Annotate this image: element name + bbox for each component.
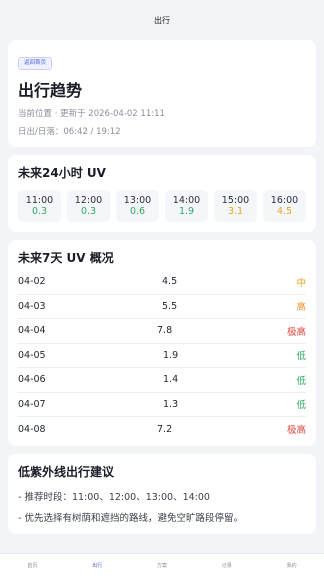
advice-card: 低紫外线出行建议 - 推荐时段：11:00、12:00、13:00、14:00 … xyxy=(8,453,316,534)
hourly-uv-time: 12:00 xyxy=(74,195,103,206)
hourly-uv-time: 16:00 xyxy=(270,195,299,206)
page-title: 出行趋势 xyxy=(18,81,83,100)
daily-uv-level: 低 xyxy=(296,400,306,412)
daily-uv-value: 1.3 xyxy=(163,398,179,410)
daily-uv-date: 04-04 xyxy=(18,325,46,337)
hourly-uv-value: 0.3 xyxy=(31,206,48,217)
advice-title: 低紫外线出行建议 xyxy=(18,464,115,479)
advice-line-route-tip: - 优先选择有树荫和遮挡的路线，避免空旷路段停留。 xyxy=(18,512,243,524)
tab-item[interactable]: 记录 xyxy=(194,554,259,576)
daily-uv-value: 4.5 xyxy=(162,276,178,288)
navbar-title: 出行 xyxy=(154,15,170,25)
hourly-uv-value: 0.6 xyxy=(129,206,146,217)
daily-uv-date: 04-05 xyxy=(18,349,46,361)
daily-uv-row: 04-05 1.9 低 xyxy=(18,344,306,368)
daily-uv-row: 04-06 1.4 低 xyxy=(18,368,306,393)
hourly-uv-value: 3.1 xyxy=(227,206,244,217)
hourly-uv-card: 未来24小时 UV 11:00 0.3 12:00 0.3 13:00 0.6 14:00 1… xyxy=(8,155,316,232)
hourly-uv-item: 16:00 4.5 xyxy=(263,190,306,222)
daily-uv-row: 04-04 7.8 极高 xyxy=(18,319,306,344)
daily-uv-value: 7.2 xyxy=(157,423,173,435)
daily-uv-level: 中 xyxy=(296,277,306,289)
daily-uv-date: 04-02 xyxy=(18,276,46,288)
hourly-uv-time: 15:00 xyxy=(221,195,250,206)
bottom-tabbar: 首页 出行 方案 记录 我的 xyxy=(0,553,324,576)
hourly-uv-list: 11:00 0.3 12:00 0.3 13:00 0.6 14:00 1.9 15:00 3.1… xyxy=(18,190,306,222)
daily-uv-value: 5.5 xyxy=(162,300,178,312)
hourly-uv-item: 13:00 0.6 xyxy=(116,190,159,222)
hourly-uv-item: 11:00 0.3 xyxy=(18,190,61,222)
hourly-uv-time: 14:00 xyxy=(172,195,201,206)
hourly-uv-value: 4.5 xyxy=(276,206,293,217)
hourly-uv-value: 0.3 xyxy=(80,206,97,217)
daily-uv-value: 1.9 xyxy=(163,349,179,361)
daily-uv-row: 04-08 7.2 极高 xyxy=(18,417,306,442)
tab-item[interactable]: 首页 xyxy=(0,554,65,576)
tab-item[interactable]: 我的 xyxy=(259,554,324,576)
hourly-uv-time: 13:00 xyxy=(123,195,152,206)
location-update-line: 当前位置 · 更新于 2026-04-02 11:11 xyxy=(18,109,165,119)
back-home-button[interactable]: 返回首页 xyxy=(18,57,53,70)
daily-uv-list: 04-02 4.5 中 04-03 5.5 高 04-04 7.8 极高 04-05 1.9 低 04-… xyxy=(18,270,306,442)
daily-uv-date: 04-08 xyxy=(18,423,46,435)
hourly-uv-item: 15:00 3.1 xyxy=(214,190,257,222)
daily-uv-level: 极高 xyxy=(286,326,306,338)
sunrise-sunset-line: 日出/日落：06:42 / 19:12 xyxy=(18,127,121,137)
hourly-uv-item: 14:00 1.9 xyxy=(165,190,208,222)
daily-uv-level: 低 xyxy=(296,351,306,363)
tab-item[interactable]: 方案 xyxy=(130,554,195,576)
daily-uv-level: 低 xyxy=(296,375,306,387)
hourly-uv-value: 1.9 xyxy=(178,206,195,217)
daily-uv-level: 高 xyxy=(296,302,306,314)
daily-uv-date: 04-07 xyxy=(18,398,46,410)
daily-uv-date: 04-03 xyxy=(18,300,46,312)
daily-uv-card: 未来7天 UV 概况 04-02 4.5 中 04-03 5.5 高 04-04 7.8 极高 0… xyxy=(8,240,316,446)
daily-uv-row: 04-03 5.5 高 xyxy=(18,295,306,319)
daily-uv-level: 极高 xyxy=(286,425,306,437)
hourly-uv-item: 12:00 0.3 xyxy=(67,190,110,222)
advice-line-recommended-times: - 推荐时段：11:00、12:00、13:00、14:00 xyxy=(18,491,210,503)
top-navbar: 出行 xyxy=(0,0,324,40)
daily-uv-row: 04-02 4.5 中 xyxy=(18,270,306,295)
header-card: 返回首页 出行趋势 当前位置 · 更新于 2026-04-02 11:11 日出… xyxy=(8,40,316,147)
daily-uv-value: 1.4 xyxy=(163,374,179,386)
hourly-uv-time: 11:00 xyxy=(25,195,54,206)
daily-uv-value: 7.8 xyxy=(157,325,173,337)
hourly-uv-title: 未来24小时 UV xyxy=(18,166,106,180)
tab-item[interactable]: 出行 xyxy=(65,554,130,576)
daily-uv-date: 04-06 xyxy=(18,374,46,386)
daily-uv-row: 04-07 1.3 低 xyxy=(18,393,306,417)
daily-uv-title: 未来7天 UV 概况 xyxy=(18,251,114,265)
